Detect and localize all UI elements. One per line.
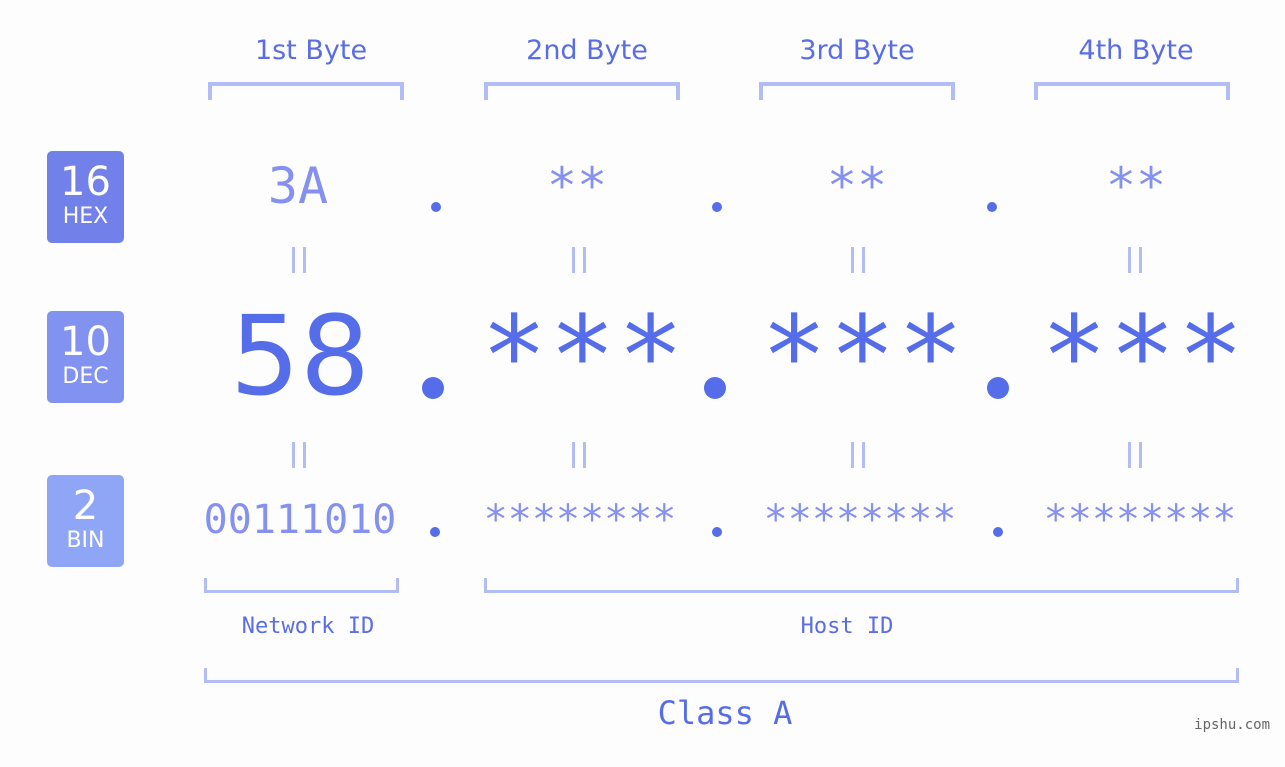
dec-badge: 10 DEC bbox=[47, 311, 124, 403]
byte-header-1: 1st Byte bbox=[254, 35, 368, 66]
hex-byte-3: ** bbox=[826, 157, 888, 215]
dec-byte-4: *** bbox=[1041, 292, 1246, 420]
byte-bracket-2 bbox=[484, 82, 680, 100]
byte-bracket-4 bbox=[1034, 82, 1230, 100]
bin-byte-4: ******** bbox=[1043, 497, 1237, 543]
dec-separator-dot bbox=[987, 377, 1009, 399]
hex-byte-2: ** bbox=[546, 157, 608, 215]
equals-icon bbox=[292, 247, 306, 273]
byte-header-3: 3rd Byte bbox=[799, 35, 915, 66]
hex-base-label: HEX bbox=[62, 204, 109, 229]
equals-icon bbox=[851, 442, 865, 468]
bin-separator-dot bbox=[993, 527, 1003, 537]
class-label: Class A bbox=[657, 694, 793, 732]
dec-byte-1: 58 bbox=[230, 292, 370, 420]
equals-icon bbox=[292, 442, 306, 468]
bin-byte-1: 00111010 bbox=[203, 497, 397, 543]
equals-icon bbox=[1128, 442, 1142, 468]
byte-header-4: 4th Byte bbox=[1078, 35, 1194, 66]
hex-byte-4: ** bbox=[1105, 157, 1167, 215]
hex-separator-dot bbox=[987, 202, 997, 212]
dec-base-number: 10 bbox=[60, 319, 111, 365]
hex-byte-1: 3A bbox=[267, 157, 329, 215]
hex-separator-dot bbox=[712, 202, 722, 212]
dec-separator-dot bbox=[422, 377, 444, 399]
byte-bracket-3 bbox=[759, 82, 955, 100]
network-id-label: Network ID bbox=[241, 614, 375, 639]
hex-base-number: 16 bbox=[60, 159, 111, 205]
host-id-label: Host ID bbox=[800, 614, 894, 639]
bin-separator-dot bbox=[712, 527, 722, 537]
dec-separator-dot bbox=[704, 377, 726, 399]
equals-icon bbox=[1128, 247, 1142, 273]
class-bracket bbox=[204, 668, 1239, 683]
equals-icon bbox=[572, 442, 586, 468]
hex-separator-dot bbox=[431, 202, 441, 212]
bin-separator-dot bbox=[430, 527, 440, 537]
dec-byte-2: *** bbox=[481, 292, 686, 420]
equals-icon bbox=[851, 247, 865, 273]
network-id-bracket bbox=[204, 578, 399, 593]
byte-bracket-1 bbox=[208, 82, 404, 100]
bin-badge: 2 BIN bbox=[47, 475, 124, 567]
watermark: ipshu.com bbox=[1194, 717, 1270, 733]
dec-base-label: DEC bbox=[62, 364, 109, 389]
bin-byte-2: ******** bbox=[483, 497, 677, 543]
byte-header-2: 2nd Byte bbox=[526, 35, 648, 66]
equals-icon bbox=[572, 247, 586, 273]
host-id-bracket bbox=[484, 578, 1239, 593]
hex-badge: 16 HEX bbox=[47, 151, 124, 243]
bin-base-number: 2 bbox=[72, 483, 99, 529]
bin-base-label: BIN bbox=[66, 528, 105, 553]
bin-byte-3: ******** bbox=[763, 497, 957, 543]
dec-byte-3: *** bbox=[761, 292, 966, 420]
